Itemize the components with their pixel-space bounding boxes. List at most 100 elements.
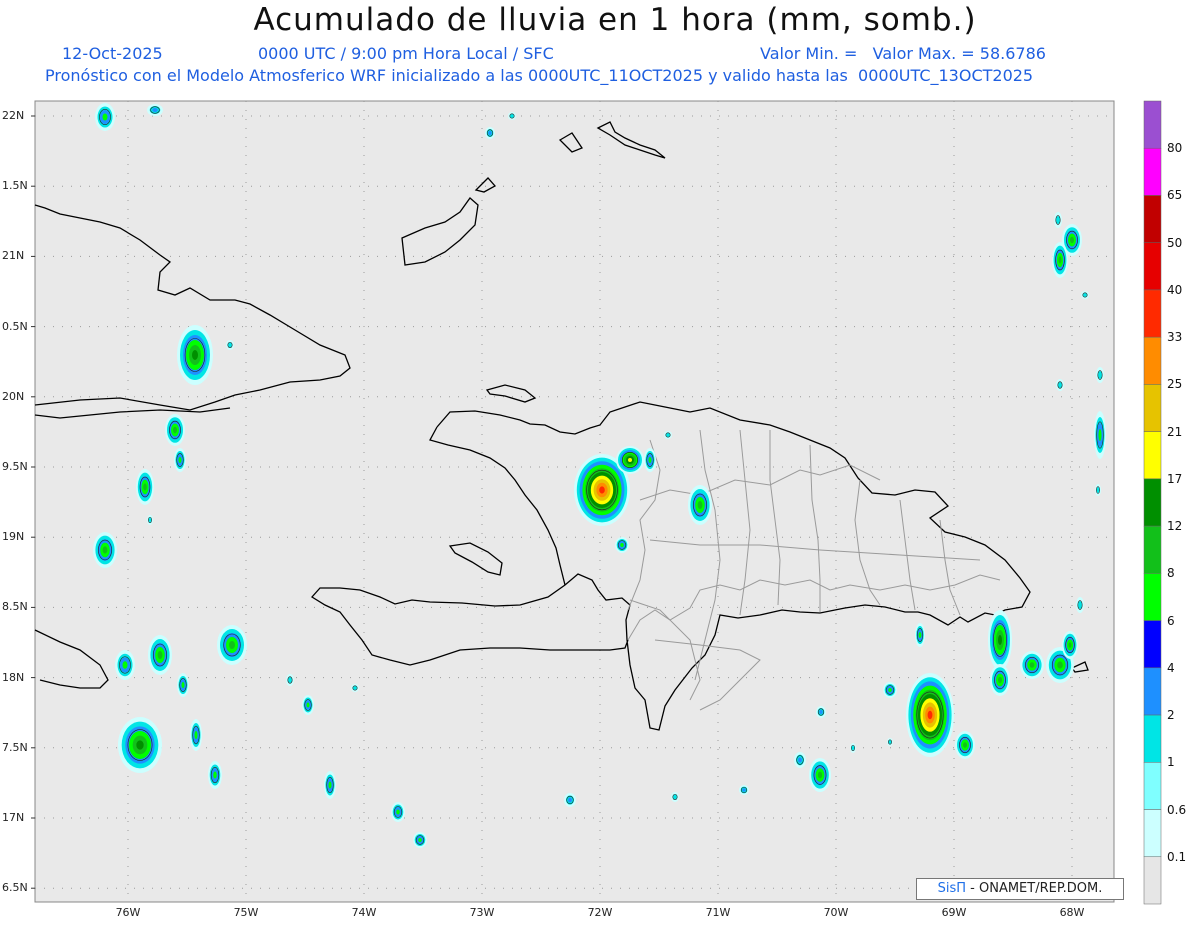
lon-label: 71W xyxy=(705,906,731,919)
precip-contour xyxy=(152,108,158,112)
lon-label: 76W xyxy=(115,906,141,919)
lat-label: 8.5N xyxy=(2,600,28,614)
precip-contour xyxy=(213,771,217,779)
colorbar-swatch xyxy=(1143,809,1162,858)
precip-contour xyxy=(1058,256,1062,264)
precip-contour xyxy=(697,501,703,509)
precip-contour xyxy=(1098,371,1102,379)
precip-contour xyxy=(998,635,1002,645)
colorbar-label: 6 xyxy=(1167,613,1175,628)
precip-contour xyxy=(673,794,677,800)
colorbar-swatch xyxy=(1143,762,1162,810)
precip-contour xyxy=(148,517,152,523)
colorbar-label: 80 xyxy=(1167,141,1183,156)
colorbar-label: 33 xyxy=(1167,330,1183,345)
precip-contour xyxy=(927,710,933,720)
precip-contour xyxy=(817,771,823,779)
colorbar-swatch xyxy=(1143,478,1162,527)
precip-contour xyxy=(143,483,147,491)
colorbar-swatch xyxy=(1143,147,1162,196)
lat-label: 17N xyxy=(2,811,25,824)
precip-contour xyxy=(192,350,198,360)
precip-contour xyxy=(228,342,232,348)
precip-contour xyxy=(798,757,802,763)
lat-label: 20N xyxy=(2,389,25,403)
lon-label: 75W xyxy=(233,906,259,919)
lon-label: 68W xyxy=(1059,906,1085,919)
precip-contour xyxy=(599,486,605,494)
colorbar-label: 21 xyxy=(1167,424,1183,439)
colorbar-label: 50 xyxy=(1167,235,1183,250)
colorbar-label: 4 xyxy=(1167,660,1175,675)
colorbar-label: 2 xyxy=(1167,708,1175,723)
lon-label: 73W xyxy=(469,906,495,919)
precip-contour xyxy=(328,781,332,789)
lon-label: 69W xyxy=(941,906,967,919)
colorbar-label: 0.1 xyxy=(1167,849,1187,864)
colorbar-label: 0.6 xyxy=(1167,802,1187,817)
precip-contour xyxy=(1078,601,1082,609)
precip-contour xyxy=(742,788,746,792)
precip-contour xyxy=(181,682,185,688)
colorbar-swatch xyxy=(1143,195,1162,243)
precip-contour xyxy=(194,731,198,739)
colorbar-swatch xyxy=(1143,856,1162,905)
lon-label: 70W xyxy=(823,906,849,919)
colorbar-label: 65 xyxy=(1167,188,1183,203)
lon-label: 72W xyxy=(587,906,613,919)
lat-label: 21N xyxy=(2,249,25,263)
precip-contour xyxy=(122,661,128,669)
colorbar-label: 25 xyxy=(1167,377,1183,392)
precip-contour xyxy=(819,710,823,714)
precip-contour xyxy=(1098,429,1102,441)
precip-contour xyxy=(1057,661,1063,669)
colorbar-swatch xyxy=(1143,667,1162,716)
credit-text: - ONAMET/REP.DOM. xyxy=(970,881,1103,896)
precip-contour xyxy=(488,131,492,135)
lat-label: 22N xyxy=(2,109,25,122)
plot-area xyxy=(34,100,1115,903)
colorbar-label: 40 xyxy=(1167,282,1183,297)
precip-contour xyxy=(568,797,572,803)
precip-contour xyxy=(998,676,1002,684)
lat-label: 6.5N xyxy=(2,881,28,895)
colorbar-swatch xyxy=(1143,384,1162,432)
precip-contour xyxy=(418,838,422,842)
colorbar-swatch xyxy=(1143,620,1162,669)
colorbar-swatch xyxy=(1143,336,1162,385)
precip-contour xyxy=(288,677,292,683)
lat-label: 9.5N xyxy=(2,460,28,473)
precip-contour xyxy=(628,458,632,462)
precip-contour xyxy=(888,688,892,692)
colorbar-label: 17 xyxy=(1167,471,1183,486)
precip-contour xyxy=(173,426,177,434)
colorbar-label: 8 xyxy=(1167,566,1175,581)
precip-contour xyxy=(851,745,855,751)
colorbar-swatch xyxy=(1143,242,1162,291)
colorbar-swatch xyxy=(1143,100,1162,149)
precip-contour xyxy=(648,457,652,463)
lat-label: 7.5N xyxy=(2,740,28,754)
precip-contour xyxy=(1068,642,1072,648)
precip-contour xyxy=(229,641,235,649)
precip-contour xyxy=(1070,236,1074,244)
colorbar-label: 1 xyxy=(1167,755,1175,770)
precip-contour xyxy=(918,632,922,638)
lat-label: 1.5N xyxy=(2,179,28,193)
precip-contour xyxy=(102,546,108,554)
precip-contour xyxy=(157,651,163,659)
colorbar-swatch xyxy=(1143,573,1162,621)
lat-label: 0.5N xyxy=(2,319,28,333)
precip-contour xyxy=(396,809,400,815)
colorbar-label: 12 xyxy=(1167,519,1183,534)
precip-contour xyxy=(963,742,967,748)
colorbar-swatch xyxy=(1143,431,1162,480)
precipitation-map xyxy=(31,100,1162,905)
precip-contour xyxy=(136,740,144,750)
colorbar-swatch xyxy=(1143,714,1162,763)
colorbar xyxy=(1143,100,1162,905)
lat-label: 18N xyxy=(2,670,25,684)
precip-contour xyxy=(306,702,310,708)
precip-contour xyxy=(1056,216,1060,224)
colorbar-swatch xyxy=(1143,525,1162,574)
